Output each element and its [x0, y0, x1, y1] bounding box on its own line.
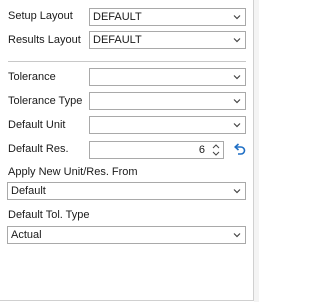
apply-from-dropdown[interactable]: Default	[7, 182, 246, 200]
setup-layout-value: DEFAULT	[93, 11, 142, 23]
default-tol-type-label: Default Tol. Type	[8, 209, 90, 221]
default-tol-type-dropdown[interactable]: Actual	[7, 226, 246, 244]
chevron-down-icon	[233, 189, 241, 194]
spin-down-icon[interactable]	[212, 151, 220, 156]
results-layout-label: Results Layout	[8, 34, 81, 46]
tolerance-label: Tolerance	[8, 71, 56, 83]
chevron-down-icon	[233, 38, 241, 43]
tolerance-type-dropdown[interactable]	[89, 92, 246, 110]
chevron-down-icon	[233, 233, 241, 238]
setup-layout-dropdown[interactable]: DEFAULT	[89, 8, 246, 26]
results-layout-dropdown[interactable]: DEFAULT	[89, 31, 246, 49]
tolerance-dropdown[interactable]	[89, 68, 246, 86]
chevron-down-icon	[233, 75, 241, 80]
setup-layout-label: Setup Layout	[8, 10, 73, 22]
default-unit-label: Default Unit	[8, 119, 66, 131]
settings-panel: Setup Layout DEFAULT Results Layout DEFA…	[0, 0, 254, 301]
default-res-label: Default Res.	[8, 143, 69, 155]
default-res-stepper[interactable]: 6	[89, 141, 224, 159]
results-layout-value: DEFAULT	[93, 34, 142, 46]
undo-arrow-icon[interactable]	[232, 142, 247, 157]
apply-from-label: Apply New Unit/Res. From	[8, 166, 138, 178]
tolerance-type-label: Tolerance Type	[8, 95, 83, 107]
chevron-down-icon	[233, 99, 241, 104]
section-divider	[8, 61, 246, 62]
spin-up-icon[interactable]	[212, 144, 220, 149]
default-unit-dropdown[interactable]	[89, 116, 246, 134]
chevron-down-icon	[233, 123, 241, 128]
scrollbar[interactable]	[254, 0, 259, 302]
default-tol-type-value: Actual	[11, 229, 42, 241]
default-res-value: 6	[198, 144, 205, 156]
apply-from-value: Default	[11, 185, 46, 197]
chevron-down-icon	[233, 15, 241, 20]
